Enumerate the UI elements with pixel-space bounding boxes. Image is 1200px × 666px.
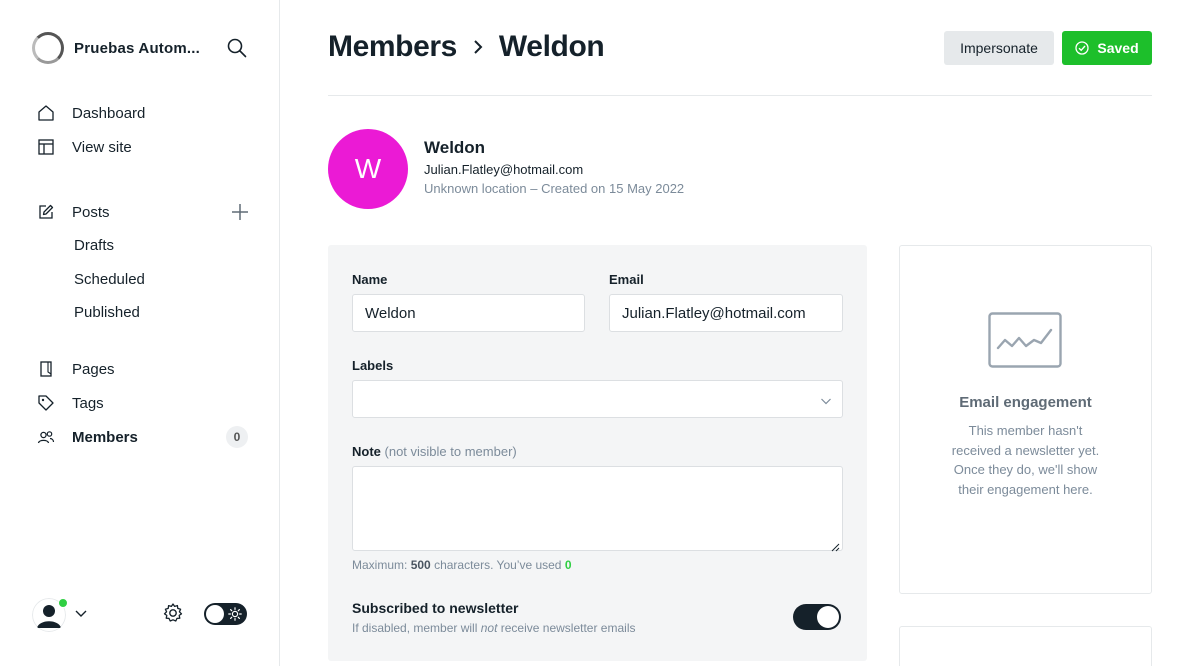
engagement-title: Email engagement bbox=[959, 394, 1092, 411]
email-input[interactable]: Julian.Flatley@hotmail.com bbox=[609, 294, 843, 332]
online-status-dot bbox=[58, 598, 68, 608]
labels-label: Labels bbox=[352, 358, 394, 373]
search-icon[interactable] bbox=[226, 37, 248, 59]
nav-tags[interactable]: Tags bbox=[36, 386, 256, 420]
secondary-card bbox=[899, 626, 1152, 666]
nav-posts-label: Posts bbox=[72, 203, 110, 221]
toggle-knob bbox=[817, 606, 839, 628]
sidebar-footer bbox=[32, 596, 250, 632]
member-email: Julian.Flatley@hotmail.com bbox=[424, 162, 584, 177]
nav-pages[interactable]: Pages bbox=[36, 352, 256, 386]
main-content: Members Weldon Impersonate Saved W Weldo… bbox=[328, 0, 1152, 666]
breadcrumb-current: Weldon bbox=[498, 30, 605, 63]
gear-icon[interactable] bbox=[162, 602, 184, 624]
newsletter-toggle[interactable] bbox=[793, 604, 841, 630]
note-label-hint: (not visible to member) bbox=[384, 444, 517, 459]
nav-scheduled[interactable]: Scheduled bbox=[36, 263, 256, 297]
sun-icon bbox=[228, 607, 242, 621]
check-circle-icon bbox=[1075, 41, 1090, 55]
newsletter-title: Subscribed to newsletter bbox=[352, 600, 519, 616]
note-label-text: Note bbox=[352, 444, 381, 459]
nav-dashboard-label: Dashboard bbox=[72, 104, 146, 122]
nav-posts[interactable]: Posts bbox=[36, 195, 256, 229]
home-icon bbox=[36, 103, 56, 123]
nav-published-label: Published bbox=[74, 304, 140, 322]
edit-icon bbox=[36, 202, 56, 222]
site-title: Pruebas Autom... bbox=[74, 39, 200, 57]
site-logo-icon bbox=[32, 32, 64, 64]
email-label: Email bbox=[609, 272, 644, 287]
char-mid: characters. You’ve used bbox=[434, 558, 562, 572]
member-name: Weldon bbox=[424, 138, 486, 157]
nav-published[interactable]: Published bbox=[36, 296, 256, 330]
note-char-count: Maximum: 500 characters. You’ve used 0 bbox=[352, 558, 572, 572]
nav-view-site-label: View site bbox=[72, 138, 132, 156]
newsletter-sub-1: If disabled, member will bbox=[352, 621, 478, 635]
nav-members-label: Members bbox=[72, 428, 138, 446]
page-icon bbox=[36, 359, 56, 379]
note-label: Note (not visible to member) bbox=[352, 444, 517, 459]
tag-icon bbox=[36, 393, 56, 413]
breadcrumb-members-link[interactable]: Members bbox=[328, 30, 457, 64]
nav-drafts[interactable]: Drafts bbox=[36, 229, 256, 263]
labels-select[interactable] bbox=[352, 380, 843, 418]
nav-primary: Dashboard View site bbox=[36, 96, 256, 164]
toggle-knob bbox=[206, 605, 224, 623]
member-form: Name Weldon Email Julian.Flatley@hotmail… bbox=[328, 245, 867, 661]
saved-label: Saved bbox=[1097, 40, 1139, 56]
resize-handle-icon[interactable] bbox=[831, 539, 840, 552]
newsletter-sub-2: receive newsletter emails bbox=[500, 621, 636, 635]
chevron-down-icon[interactable] bbox=[74, 606, 88, 620]
impersonate-button[interactable]: Impersonate bbox=[944, 31, 1054, 65]
saved-button[interactable]: Saved bbox=[1062, 31, 1152, 65]
chevron-right-icon bbox=[469, 38, 487, 56]
chevron-down-icon bbox=[820, 394, 832, 406]
note-textarea[interactable] bbox=[352, 466, 843, 552]
newsletter-sub-em: not bbox=[480, 621, 498, 635]
page-title: Members Weldon bbox=[328, 30, 605, 64]
nav-secondary: Pages Tags Members 0 bbox=[36, 352, 256, 454]
member-avatar: W bbox=[328, 129, 408, 209]
member-meta: Unknown location – Created on 15 May 202… bbox=[424, 181, 685, 196]
engagement-text: This member hasn't received a newsletter… bbox=[951, 423, 1100, 497]
brand[interactable]: Pruebas Autom... bbox=[32, 32, 200, 64]
newsletter-subtitle: If disabled, member will not receive new… bbox=[352, 621, 635, 635]
char-prefix: Maximum: bbox=[352, 558, 408, 572]
layout-icon bbox=[36, 137, 56, 157]
page-header: Members Weldon Impersonate Saved bbox=[328, 28, 1152, 96]
dark-mode-toggle[interactable] bbox=[204, 603, 247, 625]
activity-chart-icon bbox=[988, 312, 1062, 368]
nav-posts-group: Posts Drafts Scheduled Published bbox=[36, 195, 256, 330]
nav-tags-label: Tags bbox=[72, 394, 104, 412]
char-used: 0 bbox=[564, 558, 572, 572]
nav-dashboard[interactable]: Dashboard bbox=[36, 96, 256, 130]
nav-members[interactable]: Members 0 bbox=[36, 420, 256, 454]
sidebar: Pruebas Autom... Dashboard View site Pos… bbox=[0, 0, 280, 666]
members-icon bbox=[36, 427, 56, 447]
email-engagement-card: Email engagement This member hasn't rece… bbox=[899, 245, 1152, 594]
members-count-badge: 0 bbox=[226, 426, 248, 448]
char-max: 500 bbox=[410, 558, 431, 572]
nav-drafts-label: Drafts bbox=[74, 237, 115, 255]
new-post-plus-icon[interactable] bbox=[230, 202, 250, 222]
name-input[interactable]: Weldon bbox=[352, 294, 585, 332]
nav-pages-label: Pages bbox=[72, 360, 115, 378]
name-label: Name bbox=[352, 272, 388, 287]
nav-view-site[interactable]: View site bbox=[36, 130, 256, 164]
nav-scheduled-label: Scheduled bbox=[74, 270, 145, 288]
